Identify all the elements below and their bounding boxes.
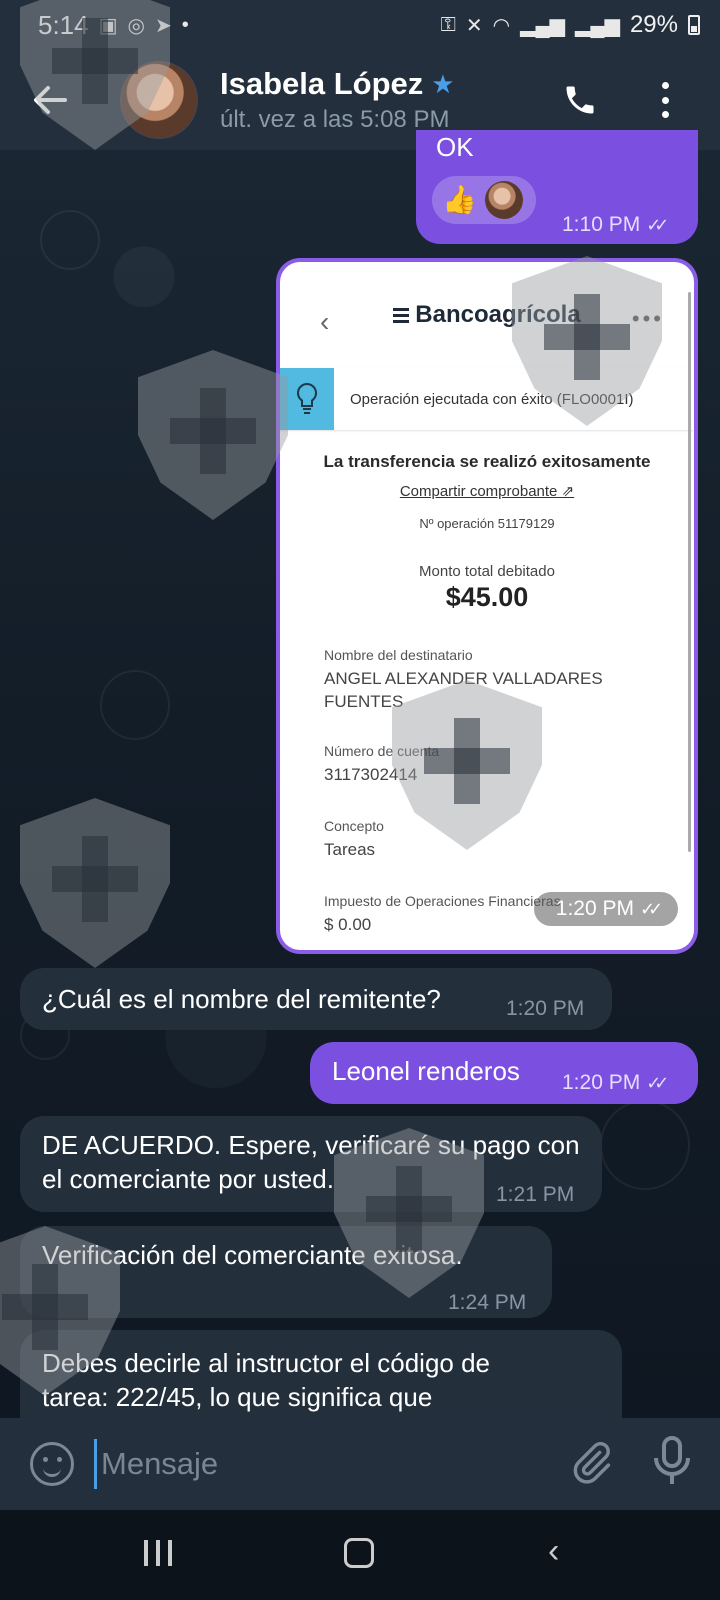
message-time: 1:24 PM [448, 1291, 527, 1314]
double-check-icon: ✓✓ [646, 215, 669, 235]
contact-info[interactable]: Isabela López ★ últ. vez a las 5:08 PM [220, 66, 455, 134]
nav-back-button[interactable]: ‹ [548, 1532, 559, 1571]
concept-field: Concepto Tareas [324, 818, 384, 859]
attach-button[interactable] [568, 1440, 614, 1486]
receipt-scrollbar [688, 292, 691, 852]
call-button[interactable] [556, 76, 604, 124]
message-outgoing[interactable]: Leonel renderos 1:20 PM ✓✓ [310, 1042, 698, 1104]
message-time: 1:20 PM ✓✓ [534, 892, 678, 926]
lightbulb-icon [280, 368, 334, 430]
message-incoming[interactable]: DE ACUERDO. Espere, verificaré su pago c… [20, 1116, 602, 1212]
message-time: 1:20 PM [506, 997, 585, 1020]
message-text: ¿Cuál es el nombre del remitente? [42, 984, 441, 1014]
voice-button[interactable] [652, 1436, 692, 1488]
signal-icon: ▂▄▆ [520, 14, 566, 37]
more-menu-button[interactable] [650, 78, 680, 122]
phone-icon [566, 86, 594, 114]
thumbs-up-icon: 👍 [442, 184, 477, 215]
composer [0, 1418, 720, 1510]
battery-icon [688, 15, 700, 35]
mute-icon: ✕ [465, 14, 483, 37]
recents-button[interactable] [144, 1540, 172, 1566]
amount-value: $45.00 [445, 582, 529, 612]
operation-number: Nº operación 51179129 [419, 516, 555, 531]
message-text: Leonel renderos [332, 1056, 520, 1086]
message-time: 1:20 PM ✓✓ [562, 1071, 669, 1094]
home-button[interactable] [344, 1538, 374, 1568]
contact-name: Isabela López [220, 66, 424, 101]
share-icon: ⇗ [561, 483, 575, 500]
receipt-title: La transferencia se realizó exitosamente [323, 452, 651, 471]
message-time: 1:10 PM ✓✓ [562, 213, 669, 236]
share-link: Compartir comprobante ⇗ [399, 483, 575, 500]
message-incoming[interactable]: Debes decirle al instructor el código de… [20, 1330, 622, 1418]
more-vert-icon [661, 82, 669, 89]
chevron-left-icon: ‹ [320, 306, 330, 337]
emoji-icon[interactable] [30, 1442, 74, 1486]
microphone-icon [654, 1436, 690, 1484]
paperclip-icon [573, 1441, 611, 1484]
wifi-icon: ◠ [492, 14, 511, 37]
message-input[interactable] [94, 1439, 534, 1489]
battery-level: 29% [629, 11, 678, 38]
message-incoming[interactable]: ¿Cuál es el nombre del remitente? 1:20 P… [20, 968, 612, 1030]
dot-icon: • [181, 13, 189, 36]
reaction-avatar [484, 181, 523, 219]
signal2-icon: ▂▄▆ [575, 14, 620, 37]
message-outgoing[interactable]: OK 👍 1:10 PM ✓✓ [416, 130, 698, 244]
double-check-icon: ✓✓ [640, 898, 663, 919]
system-nav-bar: ‹ [0, 1510, 720, 1600]
double-check-icon: ✓✓ [646, 1073, 669, 1093]
star-icon: ★ [431, 68, 455, 99]
message-time: 1:21 PM [496, 1183, 575, 1206]
amount-label: Monto total debitado [419, 563, 555, 580]
lock-icon: ⚿ [440, 13, 456, 36]
message-text: OK [436, 132, 474, 162]
reaction-chip[interactable]: 👍 [432, 176, 536, 224]
message-text: Debes decirle al instructor el código de… [42, 1348, 503, 1418]
